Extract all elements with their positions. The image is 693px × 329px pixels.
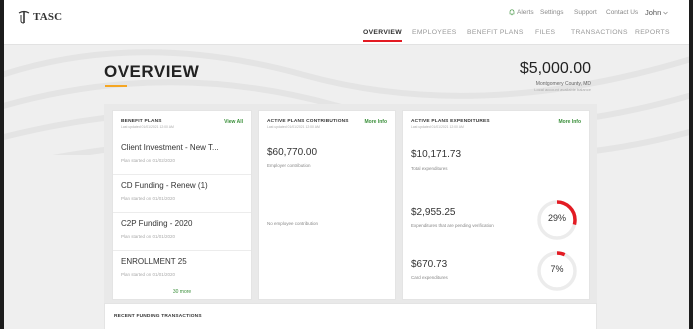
benefit-plans-header: BENEFIT PLANS Last updated 01/01/2021 12… bbox=[121, 119, 243, 133]
tab-files[interactable]: FILES bbox=[535, 29, 555, 42]
employer-contribution-label: Employer contribution bbox=[267, 163, 311, 168]
benefit-plans-card: BENEFIT PLANS Last updated 01/01/2021 12… bbox=[112, 110, 252, 300]
chevron-down-icon bbox=[663, 11, 669, 14]
app-window: TASC Alerts Settings Support Contact Us … bbox=[4, 0, 689, 329]
list-item[interactable]: Client Investment - New T... Plan starte… bbox=[113, 137, 251, 175]
list-item[interactable]: ENROLLMENT 25 Plan started on 01/01/2020 bbox=[113, 251, 251, 289]
main-nav: OVERVIEW EMPLOYEES BENEFIT PLANS FILES T… bbox=[4, 29, 689, 43]
settings-link[interactable]: Settings bbox=[540, 9, 564, 16]
tab-transactions[interactable]: TRANSACTIONS bbox=[571, 29, 628, 42]
plan-name: ENROLLMENT 25 bbox=[121, 257, 187, 266]
expenditures-card: ACTIVE PLANS EXPENDITURES Last updated 0… bbox=[402, 110, 590, 300]
pending-expenditures-label: Expenditures that are pending verificati… bbox=[411, 223, 494, 228]
tab-reports[interactable]: REPORTS bbox=[635, 29, 670, 42]
user-name: John bbox=[645, 8, 662, 17]
pending-percent: 29% bbox=[547, 213, 566, 223]
plan-date: Plan started on 01/01/2020 bbox=[121, 234, 176, 239]
recent-funding-card: RECENT FUNDING TRANSACTIONS bbox=[104, 303, 597, 329]
total-expenditures-label: Total expenditures bbox=[411, 166, 448, 171]
plan-date: Plan started on 01/01/2020 bbox=[121, 272, 176, 277]
plan-name: Client Investment - New T... bbox=[121, 143, 219, 152]
bell-icon bbox=[509, 9, 515, 16]
total-expenditures-amount: $10,171.73 bbox=[411, 149, 462, 160]
balance-note: Local account available balance bbox=[534, 87, 591, 92]
top-bar: TASC Alerts Settings Support Contact Us … bbox=[4, 0, 689, 45]
user-menu[interactable]: John bbox=[645, 8, 669, 17]
dashboard-board: BENEFIT PLANS Last updated 01/01/2021 12… bbox=[104, 104, 597, 329]
contributions-header: ACTIVE PLANS CONTRIBUTIONS Last updated … bbox=[267, 119, 387, 133]
expenditures-more-info-link[interactable]: More Info bbox=[559, 119, 582, 125]
contributions-more-info-link[interactable]: More Info bbox=[365, 119, 388, 125]
expenditures-header: ACTIVE PLANS EXPENDITURES Last updated 0… bbox=[411, 119, 581, 133]
alerts-link[interactable]: Alerts bbox=[509, 9, 534, 16]
logo[interactable]: TASC bbox=[18, 10, 62, 24]
list-item[interactable]: CD Funding - Renew (1) Plan started on 0… bbox=[113, 175, 251, 213]
view-all-link[interactable]: View All bbox=[224, 119, 243, 125]
no-employee-contribution-text: No employee contribution bbox=[267, 221, 319, 226]
page-title: OVERVIEW bbox=[104, 62, 200, 81]
card-donut-chart: 7% bbox=[535, 249, 579, 293]
tab-employees[interactable]: EMPLOYEES bbox=[412, 29, 457, 42]
pending-donut-chart: 29% bbox=[535, 198, 579, 242]
contributions-card: ACTIVE PLANS CONTRIBUTIONS Last updated … bbox=[258, 110, 396, 300]
contact-us-link[interactable]: Contact Us bbox=[606, 9, 638, 16]
tasc-logo-icon bbox=[18, 10, 30, 24]
support-link[interactable]: Support bbox=[574, 9, 597, 16]
card-percent: 7% bbox=[550, 264, 564, 274]
card-expenditures-amount: $670.73 bbox=[411, 259, 448, 270]
expenditures-title: ACTIVE PLANS EXPENDITURES bbox=[411, 119, 490, 124]
plan-date: Plan started on 01/01/2020 bbox=[121, 196, 176, 201]
expenditures-updated: Last updated 01/01/2021 12:00 AM bbox=[411, 125, 464, 129]
balance-details: Montgomery County, MD Local account avai… bbox=[534, 81, 591, 93]
plan-name: CD Funding - Renew (1) bbox=[121, 181, 208, 190]
recent-funding-title: RECENT FUNDING TRANSACTIONS bbox=[114, 314, 202, 319]
tab-benefit-plans[interactable]: BENEFIT PLANS bbox=[467, 29, 524, 42]
pending-expenditures-amount: $2,955.25 bbox=[411, 207, 456, 218]
plan-date: Plan started on 01/02/2020 bbox=[121, 158, 176, 163]
title-accent-bar bbox=[105, 85, 127, 87]
employer-contribution-amount: $60,770.00 bbox=[267, 147, 318, 158]
tab-overview[interactable]: OVERVIEW bbox=[363, 29, 402, 42]
logo-text: TASC bbox=[33, 11, 63, 23]
list-item[interactable]: C2P Funding - 2020 Plan started on 01/01… bbox=[113, 213, 251, 251]
more-plans-link[interactable]: 30 more bbox=[113, 289, 251, 295]
account-balance: $5,000.00 bbox=[519, 60, 591, 77]
alerts-label: Alerts bbox=[517, 9, 534, 16]
plan-name: C2P Funding - 2020 bbox=[121, 219, 193, 228]
card-expenditures-label: Card expenditures bbox=[411, 275, 448, 280]
benefit-plans-updated: Last updated 01/01/2021 12:00 AM bbox=[121, 125, 174, 129]
contributions-updated: Last updated 01/01/2021 12:00 AM bbox=[267, 125, 320, 129]
